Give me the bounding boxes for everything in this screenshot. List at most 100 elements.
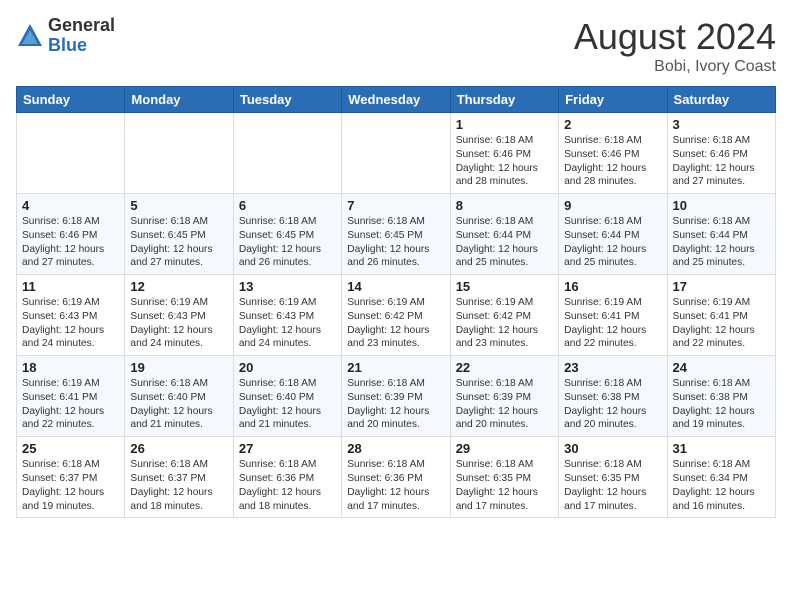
day-number: 3	[673, 117, 770, 132]
calendar-cell: 3 Sunrise: 6:18 AMSunset: 6:46 PMDaylight…	[667, 113, 775, 194]
calendar-cell: 22 Sunrise: 6:18 AMSunset: 6:39 PMDayligh…	[450, 356, 558, 437]
calendar-cell: 5 Sunrise: 6:18 AMSunset: 6:45 PMDaylight…	[125, 194, 233, 275]
day-info: Sunrise: 6:19 AMSunset: 6:41 PMDaylight:…	[673, 296, 770, 351]
weekday-header-row: SundayMondayTuesdayWednesdayThursdayFrid…	[17, 87, 776, 113]
day-number: 1	[456, 117, 553, 132]
calendar-week-row: 25 Sunrise: 6:18 AMSunset: 6:37 PMDayligh…	[17, 437, 776, 518]
day-number: 31	[673, 441, 770, 456]
day-info: Sunrise: 6:18 AMSunset: 6:40 PMDaylight:…	[239, 377, 336, 432]
weekday-header-saturday: Saturday	[667, 87, 775, 113]
calendar-cell: 17 Sunrise: 6:19 AMSunset: 6:41 PMDayligh…	[667, 275, 775, 356]
calendar-cell: 15Sunrise: 6:19 AMSunset: 6:42 PMDayligh…	[450, 275, 558, 356]
day-info: Sunrise: 6:18 AMSunset: 6:37 PMDaylight:…	[130, 458, 227, 513]
title-block: August 2024 Bobi, Ivory Coast	[574, 16, 776, 76]
calendar-cell: 19Sunrise: 6:18 AMSunset: 6:40 PMDayligh…	[125, 356, 233, 437]
day-number: 23	[564, 360, 661, 375]
day-info: Sunrise: 6:18 AMSunset: 6:45 PMDaylight:…	[130, 215, 227, 270]
calendar-cell: 25Sunrise: 6:18 AMSunset: 6:37 PMDayligh…	[17, 437, 125, 518]
day-number: 19	[130, 360, 227, 375]
day-number: 26	[130, 441, 227, 456]
calendar-cell: 16 Sunrise: 6:19 AMSunset: 6:41 PMDayligh…	[559, 275, 667, 356]
day-number: 21	[347, 360, 444, 375]
day-number: 20	[239, 360, 336, 375]
day-number: 8	[456, 198, 553, 213]
day-number: 4	[22, 198, 119, 213]
day-number: 24	[673, 360, 770, 375]
location: Bobi, Ivory Coast	[574, 58, 776, 76]
calendar-cell: 11 Sunrise: 6:19 AMSunset: 6:43 PMDayligh…	[17, 275, 125, 356]
day-info: Sunrise: 6:19 AMSunset: 6:43 PMDaylight:…	[22, 296, 119, 351]
day-number: 22	[456, 360, 553, 375]
day-info: Sunrise: 6:18 AMSunset: 6:46 PMDaylight:…	[673, 134, 770, 189]
day-number: 28	[347, 441, 444, 456]
day-number: 25	[22, 441, 119, 456]
weekday-header-monday: Monday	[125, 87, 233, 113]
calendar-cell: 1 Sunrise: 6:18 AMSunset: 6:46 PMDaylight…	[450, 113, 558, 194]
calendar-cell: 28 Sunrise: 6:18 AMSunset: 6:36 PMDayligh…	[342, 437, 450, 518]
day-info: Sunrise: 6:18 AMSunset: 6:44 PMDaylight:…	[456, 215, 553, 270]
day-info: Sunrise: 6:19 AMSunset: 6:43 PMDaylight:…	[239, 296, 336, 351]
day-number: 6	[239, 198, 336, 213]
day-info: Sunrise: 6:18 AMSunset: 6:38 PMDaylight:…	[564, 377, 661, 432]
calendar-cell: 31 Sunrise: 6:18 AMSunset: 6:34 PMDayligh…	[667, 437, 775, 518]
logo-blue: Blue	[48, 36, 115, 56]
day-number: 17	[673, 279, 770, 294]
weekday-header-tuesday: Tuesday	[233, 87, 341, 113]
day-number: 5	[130, 198, 227, 213]
day-info: Sunrise: 6:18 AMSunset: 6:34 PMDaylight:…	[673, 458, 770, 513]
day-info: Sunrise: 6:18 AMSunset: 6:44 PMDaylight:…	[564, 215, 661, 270]
day-info: Sunrise: 6:19 AMSunset: 6:42 PMDaylight:…	[347, 296, 444, 351]
day-info: Sunrise: 6:18 AMSunset: 6:35 PMDaylight:…	[564, 458, 661, 513]
day-info: Sunrise: 6:18 AMSunset: 6:46 PMDaylight:…	[456, 134, 553, 189]
day-info: Sunrise: 6:19 AMSunset: 6:41 PMDaylight:…	[564, 296, 661, 351]
day-number: 9	[564, 198, 661, 213]
day-number: 29	[456, 441, 553, 456]
calendar-week-row: 4 Sunrise: 6:18 AMSunset: 6:46 PMDaylight…	[17, 194, 776, 275]
generalblue-logo-icon	[16, 22, 44, 50]
calendar-cell: 9 Sunrise: 6:18 AMSunset: 6:44 PMDaylight…	[559, 194, 667, 275]
day-number: 13	[239, 279, 336, 294]
weekday-header-sunday: Sunday	[17, 87, 125, 113]
day-number: 11	[22, 279, 119, 294]
day-info: Sunrise: 6:18 AMSunset: 6:36 PMDaylight:…	[347, 458, 444, 513]
calendar-table: SundayMondayTuesdayWednesdayThursdayFrid…	[16, 86, 776, 518]
weekday-header-wednesday: Wednesday	[342, 87, 450, 113]
day-info: Sunrise: 6:19 AMSunset: 6:42 PMDaylight:…	[456, 296, 553, 351]
day-info: Sunrise: 6:18 AMSunset: 6:46 PMDaylight:…	[564, 134, 661, 189]
calendar-week-row: 11 Sunrise: 6:19 AMSunset: 6:43 PMDayligh…	[17, 275, 776, 356]
day-info: Sunrise: 6:18 AMSunset: 6:39 PMDaylight:…	[456, 377, 553, 432]
calendar-cell	[342, 113, 450, 194]
calendar-cell: 27Sunrise: 6:18 AMSunset: 6:36 PMDayligh…	[233, 437, 341, 518]
calendar-cell: 30Sunrise: 6:18 AMSunset: 6:35 PMDayligh…	[559, 437, 667, 518]
calendar-cell: 23 Sunrise: 6:18 AMSunset: 6:38 PMDayligh…	[559, 356, 667, 437]
calendar-cell: 6 Sunrise: 6:18 AMSunset: 6:45 PMDaylight…	[233, 194, 341, 275]
calendar-week-row: 18 Sunrise: 6:19 AMSunset: 6:41 PMDayligh…	[17, 356, 776, 437]
day-number: 14	[347, 279, 444, 294]
calendar-cell: 2 Sunrise: 6:18 AMSunset: 6:46 PMDaylight…	[559, 113, 667, 194]
day-info: Sunrise: 6:18 AMSunset: 6:45 PMDaylight:…	[239, 215, 336, 270]
logo-text: General Blue	[48, 16, 115, 56]
calendar-cell: 7Sunrise: 6:18 AMSunset: 6:45 PMDaylight…	[342, 194, 450, 275]
day-info: Sunrise: 6:18 AMSunset: 6:35 PMDaylight:…	[456, 458, 553, 513]
day-number: 18	[22, 360, 119, 375]
day-number: 12	[130, 279, 227, 294]
logo-general: General	[48, 16, 115, 36]
day-number: 2	[564, 117, 661, 132]
calendar-cell: 13 Sunrise: 6:19 AMSunset: 6:43 PMDayligh…	[233, 275, 341, 356]
calendar-cell: 14 Sunrise: 6:19 AMSunset: 6:42 PMDayligh…	[342, 275, 450, 356]
day-number: 16	[564, 279, 661, 294]
calendar-week-row: 1 Sunrise: 6:18 AMSunset: 6:46 PMDaylight…	[17, 113, 776, 194]
calendar-cell: 18 Sunrise: 6:19 AMSunset: 6:41 PMDayligh…	[17, 356, 125, 437]
day-number: 7	[347, 198, 444, 213]
day-info: Sunrise: 6:19 AMSunset: 6:43 PMDaylight:…	[130, 296, 227, 351]
day-info: Sunrise: 6:18 AMSunset: 6:44 PMDaylight:…	[673, 215, 770, 270]
day-info: Sunrise: 6:18 AMSunset: 6:46 PMDaylight:…	[22, 215, 119, 270]
calendar-cell: 4 Sunrise: 6:18 AMSunset: 6:46 PMDaylight…	[17, 194, 125, 275]
day-info: Sunrise: 6:18 AMSunset: 6:39 PMDaylight:…	[347, 377, 444, 432]
day-number: 10	[673, 198, 770, 213]
month-title: August 2024	[574, 16, 776, 58]
day-info: Sunrise: 6:19 AMSunset: 6:41 PMDaylight:…	[22, 377, 119, 432]
day-info: Sunrise: 6:18 AMSunset: 6:38 PMDaylight:…	[673, 377, 770, 432]
weekday-header-thursday: Thursday	[450, 87, 558, 113]
page-header: General Blue August 2024 Bobi, Ivory Coa…	[16, 16, 776, 76]
